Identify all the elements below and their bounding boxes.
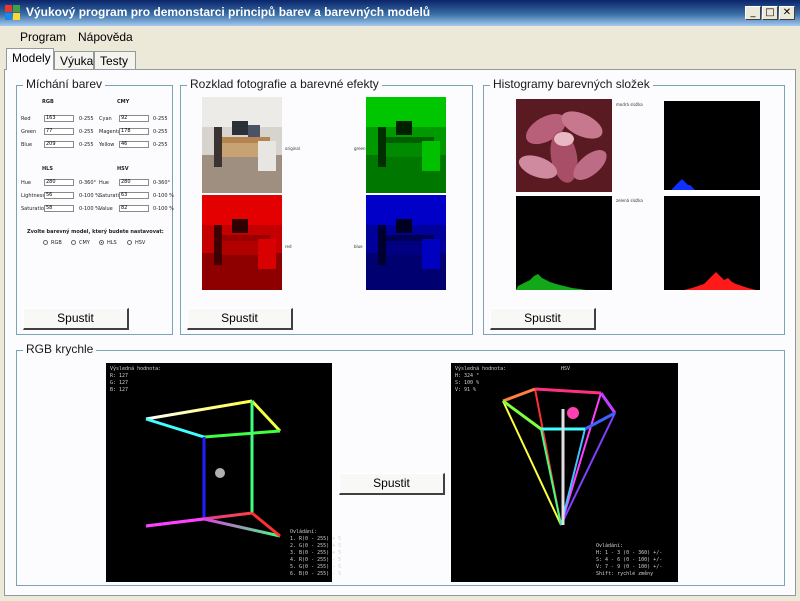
maximize-button[interactable]: □	[762, 6, 778, 20]
red-channel-image	[202, 195, 282, 290]
radio-rgb-label: RGB	[51, 240, 62, 246]
histograms-run-button[interactable]: Spustit	[490, 308, 596, 330]
rgb-label-blue: Blue	[21, 142, 33, 148]
hls-hue-range: 0-360°	[79, 180, 97, 186]
mixing-group: Míchání barev RGB CMY Red Green Blue 163…	[16, 77, 174, 335]
mixing-title: Míchání barev	[23, 77, 106, 91]
rgb-label-green: Green	[21, 129, 37, 135]
title-bar[interactable]: Výukový program pro demonstarci principů…	[0, 0, 800, 26]
hls-hue-input[interactable]: 280	[44, 179, 74, 186]
histograms-group: Histogramy barevných složek modrá složka…	[483, 77, 785, 335]
cmy-label-yellow: Yellow	[99, 142, 115, 148]
menu-program[interactable]: Program	[20, 30, 66, 44]
rgb-header: RGB	[42, 99, 54, 105]
hsv-saturation-range: 0-100 %	[153, 193, 174, 199]
decomposition-title: Rozklad fotografie a barevné efekty	[187, 77, 382, 91]
close-button[interactable]: ✕	[779, 6, 795, 20]
hsv-cone-result-header: Výsledná hodnota:	[455, 366, 507, 372]
magenta-input[interactable]: 178	[119, 128, 149, 135]
radio-hsv-label: HSV	[135, 240, 146, 246]
hls-saturation-range: 0-100 %	[79, 206, 100, 212]
radio-cmy[interactable]	[71, 240, 76, 245]
radio-hsv[interactable]	[127, 240, 132, 245]
hsv-hue-input[interactable]: 280	[119, 179, 149, 186]
radio-cmy-label: CMY	[79, 240, 90, 246]
hls-header: HLS	[42, 166, 53, 172]
hls-label-hue: Hue	[21, 180, 32, 186]
rgb-cube-result-header: Výsledná hodnota:	[110, 366, 162, 372]
cyan-range: 0-255	[153, 116, 168, 122]
hsv-label-hue: Hue	[99, 180, 110, 186]
decomposition-run-button[interactable]: Spustit	[187, 308, 293, 330]
hsv-cone-controls-legend: Ovládání: H: 1 - 3 (0 - 360) +/- S: 4 - …	[596, 543, 663, 577]
decomposition-group: Rozklad fotografie a barevné efekty orig…	[180, 77, 473, 335]
rgb-cube-view[interactable]: Výsledná hodnota: R: 127 G: 127 B: 127 O…	[106, 363, 341, 582]
blue-label: blue	[354, 244, 363, 249]
menu-napoveda[interactable]: Nápověda	[78, 30, 133, 44]
hsv-value-input[interactable]: 82	[119, 205, 149, 212]
blue-channel-image	[366, 195, 446, 290]
hsv-value-range: 0-100 %	[153, 206, 174, 212]
menu-bar: Program Nápověda	[0, 26, 800, 48]
radio-hls[interactable]	[99, 240, 104, 245]
minimize-button[interactable]: _	[745, 6, 761, 20]
green-component-label: zelená složka	[616, 198, 643, 203]
hls-lightness-range: 0-100 %	[79, 193, 100, 199]
green-channel-image	[366, 97, 446, 193]
rgb-cube-result-values: R: 127 G: 127 B: 127	[110, 373, 129, 393]
original-label: original	[285, 146, 300, 151]
cyan-input[interactable]: 92	[119, 115, 149, 122]
rgb-label-red: Red	[21, 116, 31, 122]
tab-panel-modely: Míchání barev RGB CMY Red Green Blue 163…	[4, 69, 796, 596]
tab-testy[interactable]: Testy	[94, 51, 136, 70]
red-input[interactable]: 163	[44, 115, 74, 122]
rgb-cube-group: RGB krychle Výsledná hodnota: R: 127 G: …	[16, 342, 785, 586]
cmy-label-magenta: Magenta	[99, 129, 121, 135]
app-icon	[5, 5, 21, 21]
blue-histogram	[664, 101, 760, 193]
hls-label-lightness: Lightness	[21, 193, 45, 199]
hsv-cone-result-values: H: 324 ° S: 100 % V: 91 %	[455, 373, 480, 393]
blue-input[interactable]: 209	[44, 141, 74, 148]
hsv-header: HSV	[117, 166, 129, 172]
green-histogram	[516, 196, 612, 290]
blue-range: 0-255	[79, 142, 94, 148]
hsv-label-value: Value	[99, 206, 113, 212]
rgb-cube-title: RGB krychle	[23, 342, 97, 356]
yellow-input[interactable]: 46	[119, 141, 149, 148]
blue-component-label: modrá složka	[616, 102, 643, 107]
hsv-cone-view[interactable]: Výsledná hodnota: HSV H: 324 ° S: 100 % …	[451, 363, 678, 582]
hls-lightness-input[interactable]: 56	[44, 192, 74, 199]
tab-modely[interactable]: Modely	[6, 48, 54, 70]
tab-strip: Modely Výuka Testy	[0, 48, 800, 70]
cmy-header: CMY	[117, 99, 130, 105]
hls-saturation-input[interactable]: 58	[44, 205, 74, 212]
red-label: red	[285, 244, 292, 249]
choose-model-label: Zvolte barevný model, který budete nasta…	[27, 229, 164, 235]
histograms-title: Histogramy barevných složek	[490, 77, 653, 91]
hsv-saturation-input[interactable]: 63	[119, 192, 149, 199]
radio-hls-label: HLS	[107, 240, 117, 246]
red-range: 0-255	[79, 116, 94, 122]
green-range: 0-255	[79, 129, 94, 135]
red-histogram	[664, 196, 760, 290]
histogram-source-photo	[516, 99, 612, 192]
cmy-label-cyan: Cyan	[99, 116, 112, 122]
yellow-range: 0-255	[153, 142, 168, 148]
magenta-range: 0-255	[153, 129, 168, 135]
rgb-cube-run-button[interactable]: Spustit	[339, 473, 445, 495]
hsv-hue-range: 0-360°	[153, 180, 171, 186]
tab-vyuka[interactable]: Výuka	[54, 51, 94, 70]
original-photo	[202, 97, 282, 193]
radio-rgb[interactable]	[43, 240, 48, 245]
hsv-cone-model-label: HSV	[561, 366, 571, 372]
mixing-run-button[interactable]: Spustit	[23, 308, 129, 330]
window-title: Výukový program pro demonstarci principů…	[26, 5, 431, 19]
green-label: green	[354, 146, 366, 151]
rgb-cube-controls-legend: Ovládání: 1. R(0 - 255) + 5 2. G(0 - 255…	[290, 529, 342, 577]
green-input[interactable]: 77	[44, 128, 74, 135]
